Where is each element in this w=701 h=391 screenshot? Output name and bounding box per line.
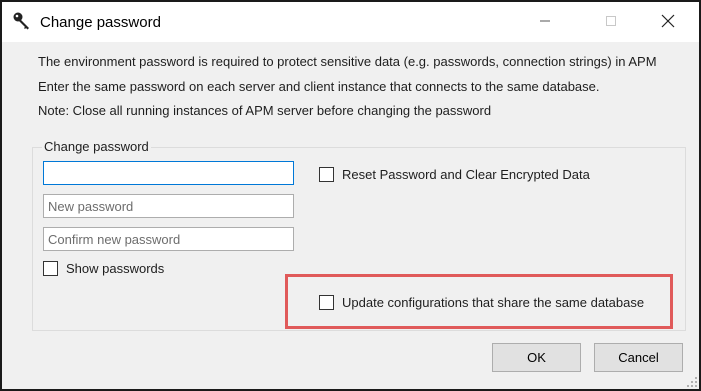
confirm-password-field[interactable] bbox=[43, 227, 294, 251]
cancel-button[interactable]: Cancel bbox=[594, 343, 683, 372]
close-button[interactable] bbox=[645, 2, 691, 42]
window-title: Change password bbox=[40, 14, 161, 31]
info-message-1: The environment password is required to … bbox=[38, 54, 657, 69]
current-password-field[interactable] bbox=[43, 161, 294, 185]
resize-grip-icon[interactable] bbox=[685, 375, 699, 389]
maximize-icon bbox=[605, 15, 617, 30]
close-icon bbox=[661, 14, 675, 31]
reset-password-checkbox[interactable] bbox=[319, 167, 334, 182]
change-password-dialog: Change password The environment password… bbox=[0, 0, 701, 391]
update-configurations-label: Update configurations that share the sam… bbox=[342, 295, 645, 310]
ok-button[interactable]: OK bbox=[492, 343, 581, 372]
show-passwords-label: Show passwords bbox=[66, 261, 165, 276]
key-icon bbox=[12, 11, 32, 31]
info-message-2: Enter the same password on each server a… bbox=[38, 79, 600, 94]
update-configurations-checkbox[interactable] bbox=[319, 295, 334, 310]
maximize-button[interactable] bbox=[588, 2, 634, 42]
show-passwords-checkbox[interactable] bbox=[43, 261, 58, 276]
show-passwords-option[interactable]: Show passwords bbox=[43, 261, 164, 276]
reset-password-label: Reset Password and Clear Encrypted Data bbox=[342, 167, 590, 182]
reset-password-option[interactable]: Reset Password and Clear Encrypted Data bbox=[319, 167, 590, 182]
title-bar: Change password bbox=[2, 2, 699, 42]
update-configurations-option[interactable]: Update configurations that share the sam… bbox=[319, 295, 644, 310]
minimize-button[interactable] bbox=[522, 2, 568, 42]
info-message-3: Note: Close all running instances of APM… bbox=[38, 103, 492, 118]
minimize-icon bbox=[539, 15, 551, 30]
group-legend: Change password bbox=[42, 139, 151, 154]
new-password-field[interactable] bbox=[43, 194, 294, 218]
